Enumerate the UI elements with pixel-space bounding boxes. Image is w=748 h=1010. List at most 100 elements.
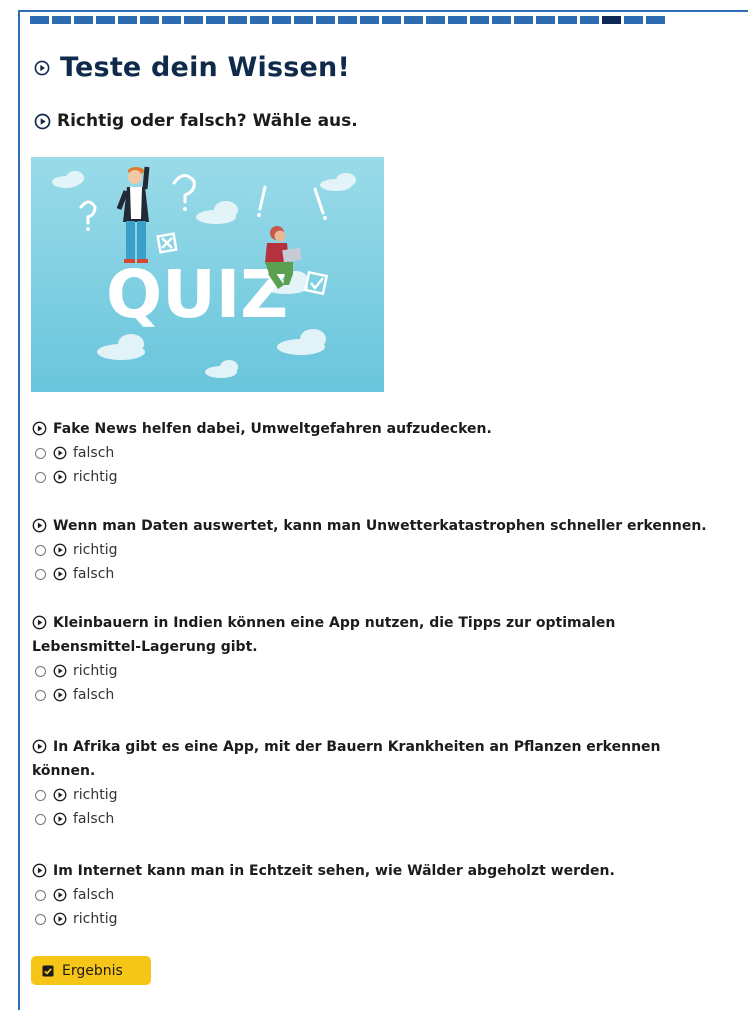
play-circle-icon xyxy=(32,739,47,753)
question-label: Fake News helfen dabei, Umweltgefahren a… xyxy=(53,421,492,437)
page-title: Teste dein Wissen! xyxy=(60,52,350,83)
option-label: richtig xyxy=(73,542,118,558)
progress-segment xyxy=(404,16,423,24)
play-circle-icon xyxy=(53,470,67,484)
play-circle-icon xyxy=(53,812,67,826)
question-label: Wenn man Daten auswertet, kann man Unwet… xyxy=(53,518,707,534)
progress-segment xyxy=(52,16,71,24)
progress-segment xyxy=(228,16,247,24)
progress-segment xyxy=(360,16,379,24)
progress-segment xyxy=(250,16,269,24)
question-text: In Afrika gibt es eine App, mit der Baue… xyxy=(32,735,672,783)
play-circle-icon xyxy=(34,113,51,129)
progress-segment xyxy=(206,16,225,24)
question-label: Im Internet kann man in Echtzeit sehen, … xyxy=(53,863,615,879)
result-button-label: Ergebnis xyxy=(62,962,123,979)
option-label: richtig xyxy=(73,911,118,927)
progress-segment xyxy=(96,16,115,24)
progress-segment xyxy=(492,16,511,24)
radio-button[interactable] xyxy=(35,813,46,825)
radio-button[interactable] xyxy=(35,665,46,677)
progress-segment xyxy=(140,16,159,24)
progress-segment xyxy=(184,16,203,24)
answer-option[interactable]: richtig xyxy=(32,659,748,683)
question-block: Wenn man Daten auswertet, kann man Unwet… xyxy=(32,514,748,586)
checkbox-checked-icon xyxy=(42,965,54,976)
quiz-illustration: QUIZ xyxy=(31,157,384,392)
answer-option[interactable]: falsch xyxy=(32,441,748,465)
radio-button[interactable] xyxy=(35,447,46,459)
option-label: richtig xyxy=(73,663,118,679)
answer-option[interactable]: richtig xyxy=(32,783,748,807)
question-block: In Afrika gibt es eine App, mit der Baue… xyxy=(32,735,748,831)
progress-segment xyxy=(272,16,291,24)
radio-button[interactable] xyxy=(35,568,46,580)
progress-segment xyxy=(448,16,467,24)
play-circle-icon xyxy=(53,543,67,557)
progress-segment xyxy=(646,16,665,24)
option-label: falsch xyxy=(73,687,115,703)
play-circle-icon xyxy=(53,664,67,678)
question-block: Kleinbauern in Indien können eine App nu… xyxy=(32,611,748,707)
progress-segment xyxy=(536,16,555,24)
play-circle-icon xyxy=(53,688,67,702)
answer-option[interactable]: richtig xyxy=(32,465,748,489)
radio-button[interactable] xyxy=(35,471,46,483)
progress-segment xyxy=(558,16,577,24)
option-label: falsch xyxy=(73,445,115,461)
question-text: Fake News helfen dabei, Umweltgefahren a… xyxy=(32,417,748,441)
instruction-row: Richtig oder falsch? Wähle aus. xyxy=(34,111,358,131)
option-label: richtig xyxy=(73,469,118,485)
radio-button[interactable] xyxy=(35,789,46,801)
progress-segment xyxy=(74,16,93,24)
question-text: Kleinbauern in Indien können eine App nu… xyxy=(32,611,672,659)
radio-button[interactable] xyxy=(35,889,46,901)
option-label: falsch xyxy=(73,566,115,582)
play-circle-icon xyxy=(34,60,50,75)
progress-segment xyxy=(30,16,49,24)
play-circle-icon xyxy=(32,421,47,435)
progress-segment xyxy=(426,16,445,24)
option-label: falsch xyxy=(73,887,115,903)
result-button[interactable]: Ergebnis xyxy=(31,956,151,985)
progress-segment xyxy=(580,16,599,24)
play-circle-icon xyxy=(53,446,67,460)
answer-option[interactable]: falsch xyxy=(32,883,748,907)
answer-option[interactable]: falsch xyxy=(32,562,748,586)
question-block: Im Internet kann man in Echtzeit sehen, … xyxy=(32,859,748,931)
play-circle-icon xyxy=(32,863,47,877)
answer-option[interactable]: richtig xyxy=(32,907,748,931)
page-title-row: Teste dein Wissen! xyxy=(34,52,350,83)
progress-segment xyxy=(118,16,137,24)
answer-option[interactable]: falsch xyxy=(32,683,748,707)
question-label: In Afrika gibt es eine App, mit der Baue… xyxy=(32,739,661,779)
svg-text:QUIZ: QUIZ xyxy=(106,256,288,333)
option-label: falsch xyxy=(73,811,115,827)
question-text: Wenn man Daten auswertet, kann man Unwet… xyxy=(32,514,748,538)
progress-segment xyxy=(162,16,181,24)
answer-option[interactable]: falsch xyxy=(32,807,748,831)
play-circle-icon xyxy=(53,912,67,926)
play-circle-icon xyxy=(32,615,47,629)
progress-segment xyxy=(382,16,401,24)
question-text: Im Internet kann man in Echtzeit sehen, … xyxy=(32,859,748,883)
question-block: Fake News helfen dabei, Umweltgefahren a… xyxy=(32,417,748,489)
progress-segment xyxy=(514,16,533,24)
progress-segment xyxy=(470,16,489,24)
question-label: Kleinbauern in Indien können eine App nu… xyxy=(32,615,616,655)
play-circle-icon xyxy=(53,567,67,581)
progress-segment xyxy=(624,16,643,24)
instruction-text: Richtig oder falsch? Wähle aus. xyxy=(57,111,358,131)
answer-option[interactable]: richtig xyxy=(32,538,748,562)
progress-segment xyxy=(294,16,313,24)
progress-segment xyxy=(602,16,621,24)
radio-button[interactable] xyxy=(35,689,46,701)
radio-button[interactable] xyxy=(35,544,46,556)
progress-segment xyxy=(338,16,357,24)
radio-button[interactable] xyxy=(35,913,46,925)
progress-bar xyxy=(30,16,748,24)
progress-segment xyxy=(316,16,335,24)
play-circle-icon xyxy=(53,888,67,902)
play-circle-icon xyxy=(32,518,47,532)
play-circle-icon xyxy=(53,788,67,802)
